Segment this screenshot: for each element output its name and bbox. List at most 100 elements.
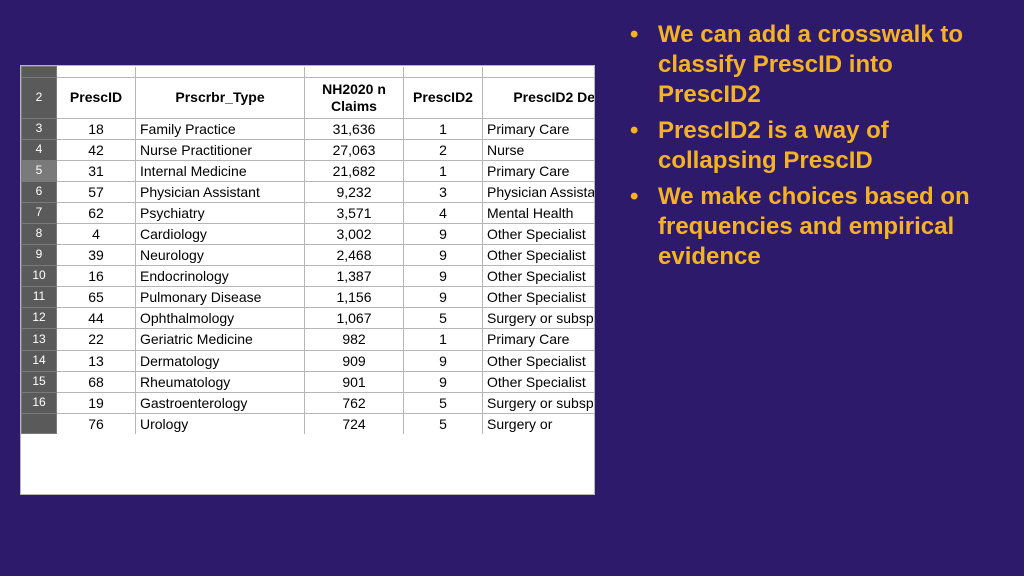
cell-prescid2: 9 xyxy=(404,350,483,371)
cell-prescid: 19 xyxy=(57,392,136,413)
table-row: 442Nurse Practitioner27,0632Nurse xyxy=(22,139,596,160)
cell-prescid2: 9 xyxy=(404,266,483,287)
cell-prescid: 22 xyxy=(57,329,136,350)
cell-prescid2: 1 xyxy=(404,118,483,139)
cell-prscrbr-type: Family Practice xyxy=(136,118,305,139)
cell-prescid2-desc: Primary Care xyxy=(483,329,596,350)
crosswalk-table: 2 PrescID Prscrbr_Type NH2020 n Claims P… xyxy=(21,66,595,434)
col-prescid2-desc: PrescID2 Desc xyxy=(483,77,596,118)
cell-prescid2-desc: Other Specialist xyxy=(483,350,596,371)
cell-claims: 1,067 xyxy=(305,308,404,329)
table-row: 1413Dermatology9099Other Specialist xyxy=(22,350,596,371)
cell-prescid: 39 xyxy=(57,245,136,266)
cell-prescid: 44 xyxy=(57,308,136,329)
cell-prscrbr-type: Endocrinology xyxy=(136,266,305,287)
cell-prescid: 16 xyxy=(57,266,136,287)
cell-claims: 1,387 xyxy=(305,266,404,287)
cell-prscrbr-type: Ophthalmology xyxy=(136,308,305,329)
row-index: 5 xyxy=(22,160,57,181)
partial-bottom-row: 76Urology7245Surgery or xyxy=(22,413,596,434)
cell-prescid: 76 xyxy=(57,413,136,434)
cell-prescid2: 9 xyxy=(404,287,483,308)
cell-prescid: 18 xyxy=(57,118,136,139)
cell-prscrbr-type: Rheumatology xyxy=(136,371,305,392)
row-index: 16 xyxy=(22,392,57,413)
table-row: 318Family Practice31,6361Primary Care xyxy=(22,118,596,139)
cell-prescid2: 5 xyxy=(404,413,483,434)
cell-prscrbr-type: Physician Assistant xyxy=(136,181,305,202)
cell-prscrbr-type: Urology xyxy=(136,413,305,434)
table-row: 1619Gastroenterology7625Surgery or subsp… xyxy=(22,392,596,413)
cell-prescid2-desc: Surgery or xyxy=(483,413,596,434)
cell-prescid2: 5 xyxy=(404,308,483,329)
row-index: 10 xyxy=(22,266,57,287)
cell-prescid2: 3 xyxy=(404,181,483,202)
row-index: 14 xyxy=(22,350,57,371)
cell-prescid2: 2 xyxy=(404,139,483,160)
header-row: 2 PrescID Prscrbr_Type NH2020 n Claims P… xyxy=(22,77,596,118)
spreadsheet: 2 PrescID Prscrbr_Type NH2020 n Claims P… xyxy=(20,65,595,495)
cell-prescid2-desc: Other Specialist xyxy=(483,245,596,266)
bullet-item: We can add a crosswalk to classify Presc… xyxy=(630,20,994,110)
table-row: 1322Geriatric Medicine9821Primary Care xyxy=(22,329,596,350)
bullet-item: We make choices based on frequencies and… xyxy=(630,182,994,272)
col-prscrbr-type: Prscrbr_Type xyxy=(136,77,305,118)
cell-prescid: 13 xyxy=(57,350,136,371)
table-row: 1244Ophthalmology1,0675Surgery or subspe… xyxy=(22,308,596,329)
cell-prscrbr-type: Gastroenterology xyxy=(136,392,305,413)
cell-prescid2-desc: Other Specialist xyxy=(483,371,596,392)
cell-prescid2-desc: Other Specialist xyxy=(483,287,596,308)
cell-prescid: 62 xyxy=(57,202,136,223)
cell-prescid2-desc: Other Specialist xyxy=(483,266,596,287)
table-row: 1016Endocrinology1,3879Other Specialist xyxy=(22,266,596,287)
table-row: 939Neurology2,4689Other Specialist xyxy=(22,245,596,266)
cell-claims: 901 xyxy=(305,371,404,392)
table-row: 1568Rheumatology9019Other Specialist xyxy=(22,371,596,392)
cell-prescid2: 4 xyxy=(404,202,483,223)
cell-prscrbr-type: Dermatology xyxy=(136,350,305,371)
cell-prscrbr-type: Internal Medicine xyxy=(136,160,305,181)
cell-prescid2-desc: Primary Care xyxy=(483,118,596,139)
cell-prescid: 57 xyxy=(57,181,136,202)
table-row: 531Internal Medicine21,6821Primary Care xyxy=(22,160,596,181)
cell-prescid: 31 xyxy=(57,160,136,181)
cell-prescid2-desc: Surgery or subspecialty xyxy=(483,392,596,413)
cell-claims: 909 xyxy=(305,350,404,371)
cell-prescid2-desc: Other Specialist xyxy=(483,223,596,244)
cell-prscrbr-type: Nurse Practitioner xyxy=(136,139,305,160)
cell-prescid2: 1 xyxy=(404,160,483,181)
row-index: 15 xyxy=(22,371,57,392)
table-panel: 2 PrescID Prscrbr_Type NH2020 n Claims P… xyxy=(0,0,620,576)
cell-claims: 1,156 xyxy=(305,287,404,308)
row-index: 2 xyxy=(22,77,57,118)
table-row: 762Psychiatry3,5714Mental Health xyxy=(22,202,596,223)
cell-prescid2: 5 xyxy=(404,392,483,413)
cell-claims: 3,002 xyxy=(305,223,404,244)
row-index: 9 xyxy=(22,245,57,266)
cell-claims: 9,232 xyxy=(305,181,404,202)
row-index: 7 xyxy=(22,202,57,223)
partial-top-row xyxy=(22,67,596,78)
cell-claims: 27,063 xyxy=(305,139,404,160)
table-row: 84Cardiology3,0029Other Specialist xyxy=(22,223,596,244)
cell-prescid: 68 xyxy=(57,371,136,392)
row-index: 11 xyxy=(22,287,57,308)
bullet-panel: We can add a crosswalk to classify Presc… xyxy=(620,0,1024,576)
slide: 2 PrescID Prscrbr_Type NH2020 n Claims P… xyxy=(0,0,1024,576)
bullet-list: We can add a crosswalk to classify Presc… xyxy=(630,20,994,272)
cell-claims: 2,468 xyxy=(305,245,404,266)
cell-prescid2: 9 xyxy=(404,245,483,266)
cell-prescid2-desc: Primary Care xyxy=(483,160,596,181)
row-index: 4 xyxy=(22,139,57,160)
table-row: 1165Pulmonary Disease1,1569Other Special… xyxy=(22,287,596,308)
cell-prescid2: 9 xyxy=(404,371,483,392)
row-index: 12 xyxy=(22,308,57,329)
cell-prscrbr-type: Psychiatry xyxy=(136,202,305,223)
cell-claims: 762 xyxy=(305,392,404,413)
row-index: 8 xyxy=(22,223,57,244)
row-index: 3 xyxy=(22,118,57,139)
cell-claims: 982 xyxy=(305,329,404,350)
cell-prscrbr-type: Geriatric Medicine xyxy=(136,329,305,350)
col-nh2020-claims: NH2020 n Claims xyxy=(305,77,404,118)
col-prescid2: PrescID2 xyxy=(404,77,483,118)
